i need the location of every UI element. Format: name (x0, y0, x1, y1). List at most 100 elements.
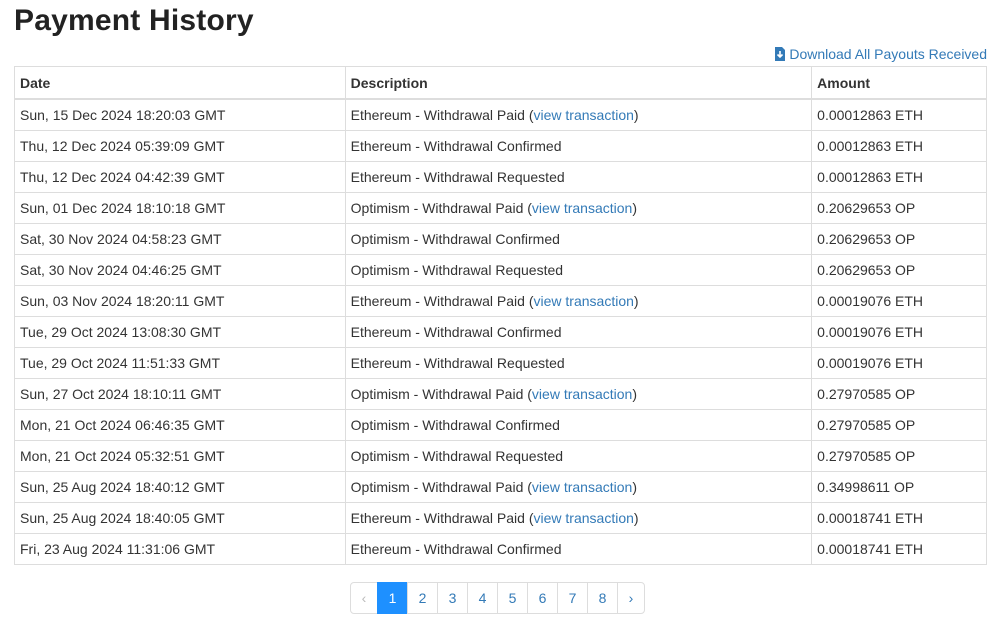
pagination-page-5[interactable]: 5 (497, 582, 528, 614)
cell-amount: 0.00012863 ETH (811, 98, 987, 131)
cell-description: Ethereum - Withdrawal Confirmed (344, 130, 813, 162)
table-row: Tue, 29 Oct 2024 11:51:33 GMT Ethereum - … (14, 347, 987, 379)
download-payouts-link[interactable]: Download All Payouts Received (774, 46, 987, 62)
cell-amount: 0.00012863 ETH (811, 130, 987, 162)
cell-date: Mon, 21 Oct 2024 06:46:35 GMT (14, 409, 346, 441)
view-transaction-link[interactable]: view transaction (532, 479, 632, 495)
description-text: Optimism - Withdrawal Paid (350, 386, 524, 402)
cell-description: Ethereum - Withdrawal Paid (view transac… (344, 98, 813, 131)
page-title: Payment History (14, 4, 254, 37)
table-row: Sat, 30 Nov 2024 04:58:23 GMT Optimism - … (14, 223, 987, 255)
view-transaction-link[interactable]: view transaction (534, 293, 634, 309)
cell-amount: 0.27970585 OP (811, 440, 987, 472)
table-row: Tue, 29 Oct 2024 13:08:30 GMT Ethereum - … (14, 316, 987, 348)
payment-history-table: Date Description Amount Sun, 15 Dec 2024… (14, 66, 987, 565)
pagination-page-6[interactable]: 6 (527, 582, 558, 614)
cell-date: Sun, 27 Oct 2024 18:10:11 GMT (14, 378, 346, 410)
description-text: Optimism - Withdrawal Confirmed (350, 231, 560, 247)
description-text: Optimism - Withdrawal Requested (350, 262, 564, 278)
cell-amount: 0.20629653 OP (811, 192, 987, 224)
pagination: ‹ 1 2 3 4 5 6 7 8 › (350, 582, 645, 614)
description-text: Optimism - Withdrawal Paid (350, 200, 524, 216)
cell-date: Sun, 03 Nov 2024 18:20:11 GMT (14, 285, 346, 317)
cell-date: Mon, 21 Oct 2024 05:32:51 GMT (14, 440, 346, 472)
description-text: Ethereum - Withdrawal Paid (350, 293, 525, 309)
cell-amount: 0.00019076 ETH (811, 316, 987, 348)
cell-amount: 0.34998611 OP (811, 471, 987, 503)
table-row: Mon, 21 Oct 2024 06:46:35 GMT Optimism - … (14, 409, 987, 441)
table-row: Thu, 12 Dec 2024 04:42:39 GMT Ethereum - … (14, 161, 987, 193)
table-row: Thu, 12 Dec 2024 05:39:09 GMT Ethereum - … (14, 130, 987, 162)
cell-amount: 0.00012863 ETH (811, 161, 987, 193)
cell-description: Ethereum - Withdrawal Paid (view transac… (344, 502, 813, 534)
cell-description: Optimism - Withdrawal Requested (344, 254, 813, 286)
cell-description: Ethereum - Withdrawal Confirmed (344, 316, 813, 348)
table-row: Sun, 01 Dec 2024 18:10:18 GMT Optimism - … (14, 192, 987, 224)
table-row: Sat, 30 Nov 2024 04:46:25 GMT Optimism - … (14, 254, 987, 286)
cell-date: Thu, 12 Dec 2024 04:42:39 GMT (14, 161, 346, 193)
description-text: Optimism - Withdrawal Confirmed (350, 417, 560, 433)
cell-amount: 0.00019076 ETH (811, 285, 987, 317)
cell-date: Sat, 30 Nov 2024 04:46:25 GMT (14, 254, 346, 286)
view-transaction-link[interactable]: view transaction (532, 200, 632, 216)
download-payouts-label: Download All Payouts Received (789, 46, 987, 62)
column-header-description: Description (344, 66, 813, 100)
cell-amount: 0.00019076 ETH (811, 347, 987, 379)
description-text: Ethereum - Withdrawal Paid (350, 107, 525, 123)
cell-date: Tue, 29 Oct 2024 11:51:33 GMT (14, 347, 346, 379)
view-transaction-link[interactable]: view transaction (534, 510, 634, 526)
description-text: Ethereum - Withdrawal Paid (350, 510, 525, 526)
description-text: Ethereum - Withdrawal Confirmed (350, 541, 562, 557)
description-text: Ethereum - Withdrawal Confirmed (350, 138, 562, 154)
pagination-page-2[interactable]: 2 (407, 582, 438, 614)
pagination-page-8[interactable]: 8 (587, 582, 618, 614)
cell-date: Tue, 29 Oct 2024 13:08:30 GMT (14, 316, 346, 348)
cell-description: Ethereum - Withdrawal Requested (344, 347, 813, 379)
view-transaction-link[interactable]: view transaction (534, 107, 634, 123)
cell-date: Sun, 25 Aug 2024 18:40:05 GMT (14, 502, 346, 534)
pagination-page-4[interactable]: 4 (467, 582, 498, 614)
description-text: Ethereum - Withdrawal Requested (350, 169, 565, 185)
view-transaction-link[interactable]: view transaction (532, 386, 632, 402)
cell-amount: 0.20629653 OP (811, 223, 987, 255)
description-text: Optimism - Withdrawal Requested (350, 448, 564, 464)
cell-date: Sun, 01 Dec 2024 18:10:18 GMT (14, 192, 346, 224)
table-row: Sun, 25 Aug 2024 18:40:12 GMT Optimism - … (14, 471, 987, 503)
column-header-amount: Amount (811, 66, 987, 100)
cell-description: Optimism - Withdrawal Paid (view transac… (344, 378, 813, 410)
table-body: Sun, 15 Dec 2024 18:20:03 GMT Ethereum - … (14, 98, 987, 565)
pagination-page-1[interactable]: 1 (377, 582, 408, 614)
table-row: Sun, 03 Nov 2024 18:20:11 GMT Ethereum - … (14, 285, 987, 317)
pagination-prev-button[interactable]: ‹ (350, 582, 378, 614)
cell-description: Optimism - Withdrawal Requested (344, 440, 813, 472)
cell-description: Optimism - Withdrawal Confirmed (344, 409, 813, 441)
table-row: Sun, 15 Dec 2024 18:20:03 GMT Ethereum - … (14, 98, 987, 131)
description-text: Optimism - Withdrawal Paid (350, 479, 524, 495)
cell-amount: 0.27970585 OP (811, 378, 987, 410)
table-row: Fri, 23 Aug 2024 11:31:06 GMT Ethereum - … (14, 533, 987, 565)
cell-date: Thu, 12 Dec 2024 05:39:09 GMT (14, 130, 346, 162)
pagination-page-3[interactable]: 3 (437, 582, 468, 614)
cell-description: Optimism - Withdrawal Confirmed (344, 223, 813, 255)
cell-amount: 0.20629653 OP (811, 254, 987, 286)
cell-description: Ethereum - Withdrawal Requested (344, 161, 813, 193)
cell-date: Sun, 25 Aug 2024 18:40:12 GMT (14, 471, 346, 503)
cell-description: Ethereum - Withdrawal Confirmed (344, 533, 813, 565)
column-header-date: Date (14, 66, 346, 100)
description-text: Ethereum - Withdrawal Confirmed (350, 324, 562, 340)
cell-amount: 0.27970585 OP (811, 409, 987, 441)
cell-description: Optimism - Withdrawal Paid (view transac… (344, 471, 813, 503)
download-icon (774, 47, 786, 61)
cell-date: Sat, 30 Nov 2024 04:58:23 GMT (14, 223, 346, 255)
pagination-page-7[interactable]: 7 (557, 582, 588, 614)
cell-date: Sun, 15 Dec 2024 18:20:03 GMT (14, 98, 346, 131)
cell-description: Optimism - Withdrawal Paid (view transac… (344, 192, 813, 224)
cell-amount: 0.00018741 ETH (811, 502, 987, 534)
table-row: Sun, 25 Aug 2024 18:40:05 GMT Ethereum - … (14, 502, 987, 534)
cell-date: Fri, 23 Aug 2024 11:31:06 GMT (14, 533, 346, 565)
cell-description: Ethereum - Withdrawal Paid (view transac… (344, 285, 813, 317)
table-row: Sun, 27 Oct 2024 18:10:11 GMT Optimism - … (14, 378, 987, 410)
pagination-next-button[interactable]: › (617, 582, 645, 614)
table-row: Mon, 21 Oct 2024 05:32:51 GMT Optimism - … (14, 440, 987, 472)
payment-history-page: Payment History Download All Payouts Rec… (0, 0, 998, 623)
